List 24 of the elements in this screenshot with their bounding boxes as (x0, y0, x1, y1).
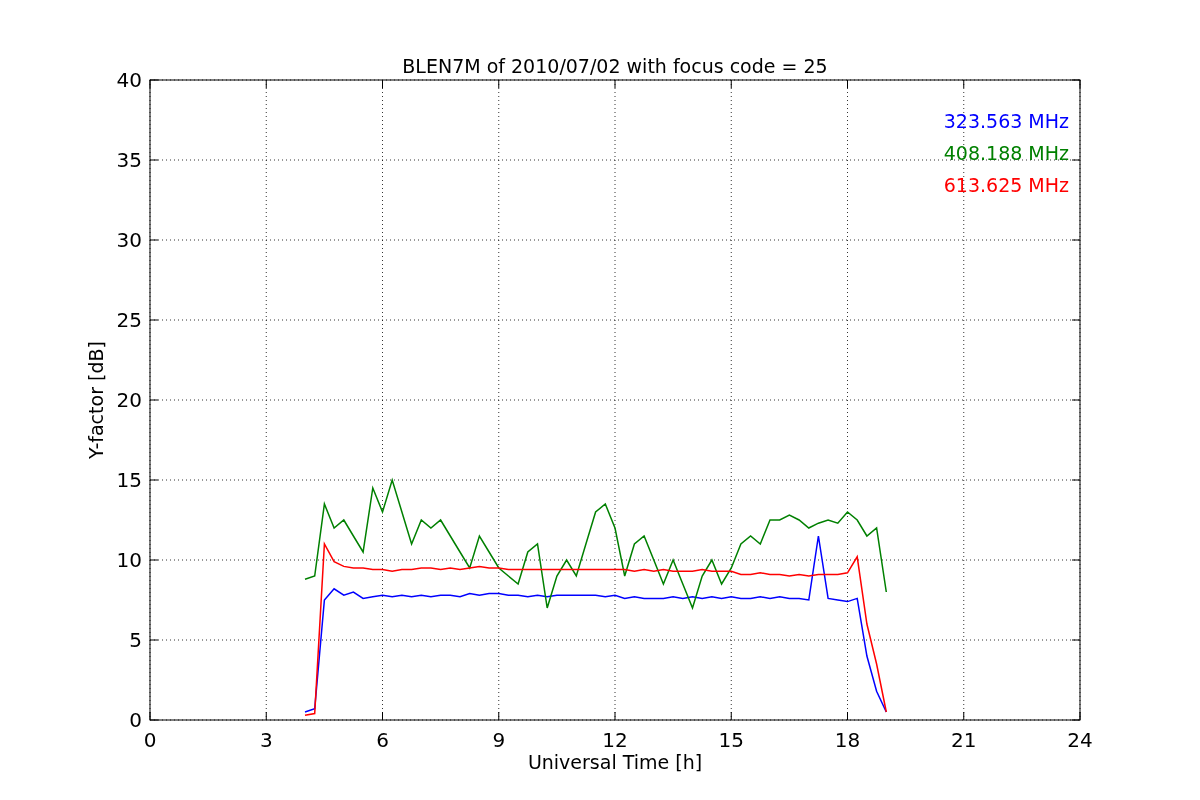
tick-label: 9 (492, 728, 506, 752)
tick-label: 24 (1067, 728, 1093, 752)
y-axis-label: Y-factor [dB] (85, 341, 107, 459)
tick-label: 18 (834, 728, 861, 752)
chart-title: BLEN7M of 2010/07/02 with focus code = 25 (402, 55, 828, 77)
legend-label: 408.188 MHz (943, 142, 1069, 164)
tick-label: 12 (602, 728, 628, 752)
tick-label: 35 (116, 148, 142, 172)
tick-label: 25 (116, 308, 142, 332)
x-axis-label: Universal Time [h] (527, 751, 703, 773)
tick-label: 15 (718, 728, 744, 752)
legend-label: 613.625 MHz (943, 174, 1069, 196)
tick-label: 15 (116, 468, 142, 492)
tick-label: 5 (129, 628, 142, 652)
tick-label: 40 (116, 68, 142, 92)
tick-label: 6 (376, 728, 389, 752)
legend-label: 323.563 MHz (943, 110, 1069, 132)
tick-label: 10 (116, 548, 142, 572)
tick-label: 21 (951, 728, 977, 752)
tick-label: 0 (143, 728, 157, 752)
tick-label: 0 (129, 708, 142, 732)
tick-label: 20 (116, 388, 142, 412)
tick-label: 30 (116, 228, 142, 252)
tick-label: 3 (259, 728, 273, 752)
